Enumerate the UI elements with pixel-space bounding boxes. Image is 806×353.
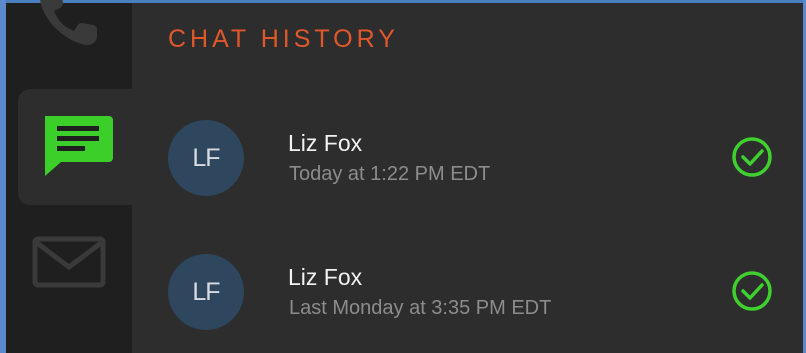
contact-name: Liz Fox	[288, 264, 363, 290]
check-circle-icon	[732, 137, 772, 177]
mail-icon	[32, 236, 106, 288]
chat-history-panel: CHAT HISTORY LF Liz Fox Today at 1:22 PM…	[132, 3, 803, 353]
avatar: LF	[168, 254, 244, 330]
avatar: LF	[168, 120, 244, 196]
chat-icon	[45, 116, 113, 176]
chat-history-item[interactable]: LF Liz Fox Last Monday at 3:35 PM EDT	[132, 234, 803, 344]
check-circle-icon	[732, 271, 772, 311]
chat-history-item[interactable]: LF Liz Fox Today at 1:22 PM EDT	[132, 100, 803, 210]
contact-name: Liz Fox	[288, 130, 363, 156]
chat-timestamp: Today at 1:22 PM EDT	[289, 163, 491, 185]
sidebar	[6, 0, 136, 353]
chat-timestamp: Last Monday at 3:35 PM EDT	[289, 297, 552, 319]
sidebar-item-phone[interactable]	[26, 0, 112, 55]
chat-window: CHAT HISTORY LF Liz Fox Today at 1:22 PM…	[0, 0, 806, 353]
panel-title: CHAT HISTORY	[168, 25, 399, 53]
sidebar-item-chat[interactable]	[18, 89, 136, 205]
phone-icon	[40, 0, 97, 46]
sidebar-item-mail[interactable]	[26, 225, 112, 299]
